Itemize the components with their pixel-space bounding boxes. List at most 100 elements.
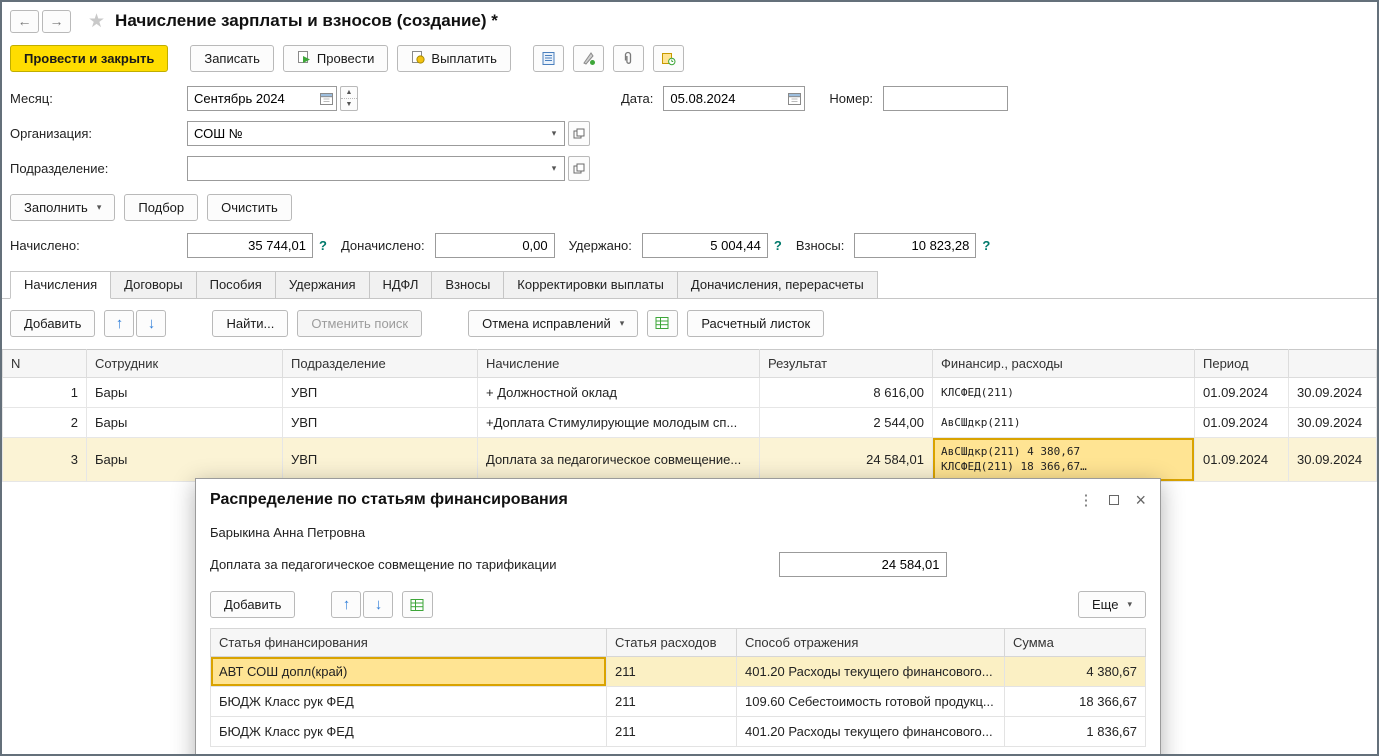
move-up-button[interactable]: ↑	[104, 310, 134, 337]
department-input[interactable]	[187, 156, 565, 181]
dialog-table-row[interactable]: БЮДЖ Класс рук ФЕД 211 401.20 Расходы те…	[211, 717, 1146, 747]
move-down-button[interactable]: ↓	[136, 310, 166, 337]
cell-sum[interactable]: 18 366,67	[1005, 687, 1146, 717]
organization-open-icon[interactable]	[568, 121, 590, 146]
add-row-button[interactable]: Добавить	[10, 310, 95, 337]
tab-donachisleniya[interactable]: Доначисления, перерасчеты	[677, 271, 878, 298]
fill-button[interactable]: Заполнить ▾	[10, 194, 115, 221]
dialog-maximize-icon[interactable]	[1109, 495, 1119, 505]
accrued-input[interactable]	[187, 233, 313, 258]
cell-accrual[interactable]: Доплата за педагогическое совмещение...	[478, 438, 760, 482]
cell-period-start[interactable]: 01.09.2024	[1195, 438, 1289, 482]
department-open-icon[interactable]	[568, 156, 590, 181]
pay-sheet-icon[interactable]	[533, 45, 564, 72]
cell-period-end[interactable]: 30.09.2024	[1289, 408, 1377, 438]
month-input[interactable]	[187, 86, 337, 111]
table-row[interactable]: 2 Бары УВП +Доплата Стимулирующие молоды…	[3, 408, 1377, 438]
cell-employee[interactable]: Бары	[87, 408, 283, 438]
accrued-label: Начислено:	[10, 238, 187, 253]
cell-result[interactable]: 8 616,00	[760, 378, 933, 408]
dialog-accrual-input[interactable]	[779, 552, 947, 577]
find-button[interactable]: Найти...	[212, 310, 288, 337]
table-row-selected[interactable]: 3 Бары УВП Доплата за педагогическое сов…	[3, 438, 1377, 482]
cell-accrual[interactable]: + Должностной оклад	[478, 378, 760, 408]
tab-uderzhaniya[interactable]: Удержания	[275, 271, 370, 298]
cell-period-end[interactable]: 30.09.2024	[1289, 438, 1377, 482]
post-button[interactable]: Провести	[283, 45, 389, 72]
cell-accrual[interactable]: +Доплата Стимулирующие молодым сп...	[478, 408, 760, 438]
cell-result[interactable]: 24 584,01	[760, 438, 933, 482]
contrib-help-icon[interactable]: ?	[982, 238, 990, 253]
signature-quill-icon[interactable]	[573, 45, 604, 72]
versions-history-icon[interactable]	[653, 45, 684, 72]
payslip-button[interactable]: Расчетный листок	[687, 310, 824, 337]
attachments-paperclip-icon[interactable]	[613, 45, 644, 72]
dialog-move-up-button[interactable]: ↑	[331, 591, 361, 618]
arrow-down-icon: ↓	[148, 315, 156, 332]
tab-vznosy[interactable]: Взносы	[431, 271, 504, 298]
cell-sum[interactable]: 4 380,67	[1005, 657, 1146, 687]
organization-dropdown-icon[interactable]: ▾	[544, 122, 564, 145]
dialog-employee-name: Барыкина Анна Петровна	[210, 525, 1146, 540]
dialog-menu-icon[interactable]: ⋮	[1078, 493, 1093, 508]
department-dropdown-icon[interactable]: ▾	[544, 157, 564, 180]
accrued-help-icon[interactable]: ?	[319, 238, 327, 253]
tab-korrektirovki[interactable]: Корректировки выплаты	[503, 271, 678, 298]
table-row[interactable]: 1 Бары УВП + Должностной оклад 8 616,00 …	[3, 378, 1377, 408]
grid-settings-icon[interactable]	[647, 310, 678, 337]
cell-result[interactable]: 2 544,00	[760, 408, 933, 438]
withheld-help-icon[interactable]: ?	[774, 238, 782, 253]
dialog-move-down-button[interactable]: ↓	[363, 591, 393, 618]
cell-period-start[interactable]: 01.09.2024	[1195, 378, 1289, 408]
cell-period-end[interactable]: 30.09.2024	[1289, 378, 1377, 408]
financing-distribution-dialog: Распределение по статьям финансирования …	[195, 478, 1161, 756]
cell-department[interactable]: УВП	[283, 408, 478, 438]
cell-sum[interactable]: 1 836,67	[1005, 717, 1146, 747]
cell-method[interactable]: 401.20 Расходы текущего финансового...	[737, 717, 1005, 747]
cell-financing[interactable]: КЛСФЕД(211)	[933, 378, 1195, 408]
month-stepper[interactable]: ▲▼	[340, 86, 358, 111]
cell-department[interactable]: УВП	[283, 378, 478, 408]
dialog-close-icon[interactable]: ×	[1135, 491, 1146, 509]
post-and-close-button[interactable]: Провести и закрыть	[10, 45, 168, 72]
dialog-more-button[interactable]: Еще ▾	[1078, 591, 1146, 618]
cell-department[interactable]: УВП	[283, 438, 478, 482]
organization-input[interactable]	[187, 121, 565, 146]
cancel-corrections-button[interactable]: Отмена исправлений ▾	[468, 310, 638, 337]
cell-article[interactable]: БЮДЖ Класс рук ФЕД	[211, 717, 607, 747]
tab-ndfl[interactable]: НДФЛ	[369, 271, 433, 298]
cell-period-start[interactable]: 01.09.2024	[1195, 408, 1289, 438]
dialog-add-button[interactable]: Добавить	[210, 591, 295, 618]
pay-button[interactable]: Выплатить	[397, 45, 511, 72]
cell-financing[interactable]: АвСШдкр(211)	[933, 408, 1195, 438]
tab-dogovory[interactable]: Договоры	[110, 271, 196, 298]
dialog-table-row[interactable]: БЮДЖ Класс рук ФЕД 211 109.60 Себестоимо…	[211, 687, 1146, 717]
dialog-grid-settings-icon[interactable]	[402, 591, 433, 618]
withheld-input[interactable]	[642, 233, 768, 258]
back-button[interactable]: ←	[10, 10, 39, 33]
cell-expense[interactable]: 211	[607, 687, 737, 717]
cell-expense[interactable]: 211	[607, 657, 737, 687]
additional-input[interactable]	[435, 233, 555, 258]
tab-posobiya[interactable]: Пособия	[196, 271, 276, 298]
date-calendar-icon[interactable]	[784, 87, 804, 110]
cell-employee[interactable]: Бары	[87, 438, 283, 482]
save-button[interactable]: Записать	[190, 45, 274, 72]
cell-employee[interactable]: Бары	[87, 378, 283, 408]
forward-button[interactable]: →	[42, 10, 71, 33]
month-calendar-icon[interactable]	[316, 87, 336, 110]
cell-financing-selected[interactable]: АвСШдкр(211) 4 380,67 КЛСФЕД(211) 18 366…	[933, 438, 1195, 482]
tab-nachisleniya[interactable]: Начисления	[10, 271, 111, 299]
cell-article[interactable]: БЮДЖ Класс рук ФЕД	[211, 687, 607, 717]
pick-button[interactable]: Подбор	[124, 194, 198, 221]
cancel-search-button[interactable]: Отменить поиск	[297, 310, 422, 337]
cell-expense[interactable]: 211	[607, 717, 737, 747]
number-input[interactable]	[883, 86, 1008, 111]
clear-button[interactable]: Очистить	[207, 194, 292, 221]
dialog-table-row-selected[interactable]: АВТ СОШ допл(край) 211 401.20 Расходы те…	[211, 657, 1146, 687]
cell-article[interactable]: АВТ СОШ допл(край)	[211, 657, 607, 687]
favorite-star-icon[interactable]: ★	[88, 10, 105, 33]
contrib-input[interactable]	[854, 233, 976, 258]
cell-method[interactable]: 109.60 Себестоимость готовой продукц...	[737, 687, 1005, 717]
cell-method[interactable]: 401.20 Расходы текущего финансового...	[737, 657, 1005, 687]
